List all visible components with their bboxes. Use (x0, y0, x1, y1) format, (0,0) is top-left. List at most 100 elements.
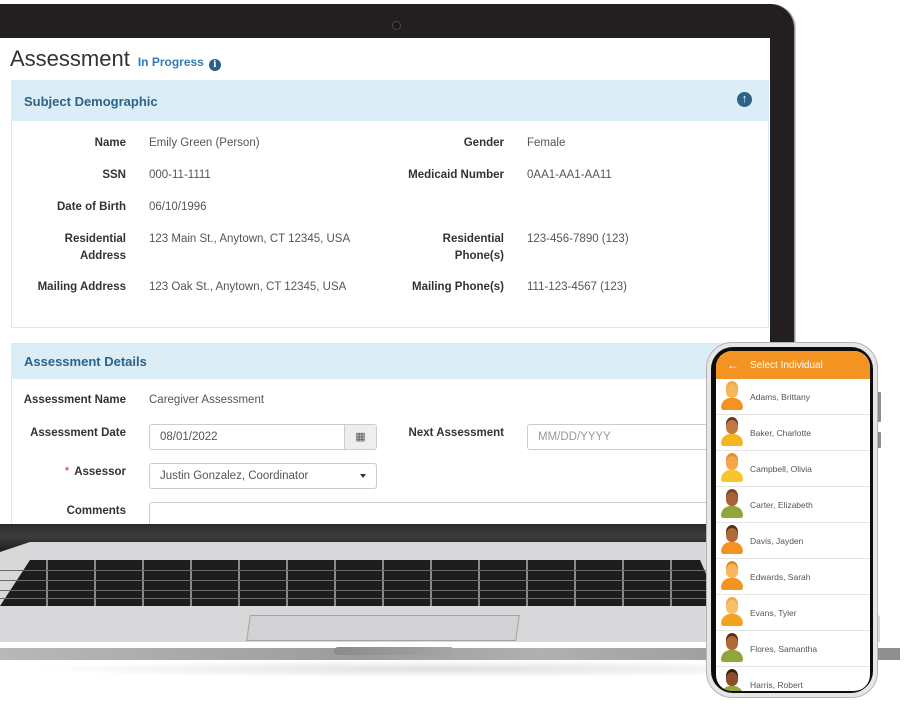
camera-icon (392, 21, 401, 30)
subject-demographic-panel: Subject Demographic ↑ Name Emily Green (… (11, 80, 769, 328)
calendar-icon[interactable]: ▦ (344, 425, 376, 449)
trackpad (246, 615, 520, 641)
avatar-icon (716, 415, 750, 450)
panel-heading: Assessment Details (12, 344, 768, 379)
individual-name: Baker, Charlotte (750, 427, 811, 438)
required-indicator: * (64, 466, 70, 478)
avatar-head (726, 636, 738, 650)
avatar-body (721, 578, 743, 590)
avatar-head (726, 600, 738, 614)
field-label-mailing-address: Mailing Address (37, 281, 126, 293)
field-row: SSN 000-11-1111 Medicaid Number 0AA1-AA1… (12, 167, 768, 187)
avatar-head (726, 384, 738, 398)
field-value-ssn: 000-11-1111 (149, 169, 211, 181)
field-label-residential-address: Residential Address (64, 233, 126, 262)
keyboard (0, 560, 710, 606)
field-label-dob: Date of Birth (57, 201, 126, 213)
avatar-head (726, 492, 738, 506)
field-row: Assessment Date 08/01/2022 ▦ Next Assess… (12, 424, 768, 454)
avatar-body (721, 614, 743, 626)
list-item[interactable]: Baker, Charlotte (716, 415, 870, 451)
avatar-body (721, 650, 743, 662)
assessment-name-label: Assessment Name (23, 394, 126, 406)
assessor-label: * Assessor (12, 464, 126, 481)
assessor-label-text: Assessor (74, 466, 126, 478)
avatar-icon (716, 667, 750, 691)
assessor-select[interactable]: Justin Gonzalez, Coordinator (149, 463, 377, 489)
field-label-medicaid: Medicaid Number (408, 169, 504, 181)
field-label-name: Name (94, 137, 126, 149)
avatar-head (726, 456, 738, 470)
individual-name: Adams, Brittany (750, 391, 810, 402)
field-label-ssn: SSN (102, 169, 126, 181)
panel-heading: Subject Demographic ↑ (12, 81, 768, 121)
field-value-name: Emily Green (Person) (149, 137, 260, 149)
list-item[interactable]: Carter, Elizabeth (716, 487, 870, 523)
key-row-divider (0, 580, 720, 581)
field-value-medicaid: 0AA1-AA1-AA11 (527, 169, 612, 181)
comments-textarea[interactable] (149, 502, 729, 525)
field-row: Comments (12, 502, 768, 525)
key-row-divider (0, 570, 720, 571)
field-label-residential-phone: Residential Phone(s) (442, 233, 504, 262)
individual-name: Harris, Robert (750, 679, 803, 690)
avatar-head (726, 672, 738, 686)
key-row-divider (0, 598, 720, 599)
field-value-gender: Female (527, 137, 566, 149)
field-label-gender: Gender (463, 137, 504, 149)
avatar-head (726, 420, 738, 434)
avatar-icon (716, 559, 750, 594)
phone-header: ← Select Individual (716, 351, 870, 379)
avatar-body (721, 434, 743, 446)
avatar-body (721, 470, 743, 482)
list-item[interactable]: Adams, Brittany (716, 379, 870, 415)
info-icon[interactable]: i (208, 59, 221, 71)
individual-name: Edwards, Sarah (750, 571, 811, 582)
phone-header-title: Select Individual (750, 359, 823, 371)
list-item[interactable]: Campbell, Olivia (716, 451, 870, 487)
avatar-body (721, 398, 743, 410)
phone-frame: ← Select Individual Adams, Brittany Baker… (706, 342, 878, 698)
list-item[interactable]: Flores, Samantha (716, 631, 870, 667)
field-label-mailing-phone: Mailing Phone(s) (412, 281, 504, 293)
key-row-divider (0, 590, 720, 591)
panel-title: Subject Demographic (24, 93, 158, 109)
laptop-frame: Assessment In Progress i Subject Demogra… (0, 4, 794, 525)
status-badge: In Progress (137, 55, 204, 69)
avatar-head (726, 564, 738, 578)
individual-list: Adams, Brittany Baker, Charlotte Campbell,… (716, 379, 870, 691)
list-item[interactable]: Edwards, Sarah (716, 559, 870, 595)
avatar-body (721, 686, 743, 691)
laptop-notch (334, 647, 454, 655)
field-value-dob: 06/10/1996 (149, 201, 207, 213)
individual-name: Flores, Samantha (750, 643, 818, 654)
individual-name: Carter, Elizabeth (750, 499, 813, 510)
page-title: Assessment (10, 46, 130, 71)
field-value-residential-phone: 123-456-7890 (123) (527, 233, 629, 245)
assessment-date-input[interactable]: 08/01/2022 ▦ (149, 424, 377, 450)
avatar-head (726, 528, 738, 542)
caret-down-icon (360, 474, 366, 478)
list-item[interactable]: Davis, Jayden (716, 523, 870, 559)
assessment-date-value: 08/01/2022 (160, 431, 218, 443)
field-value-residential-address: 123 Main St., Anytown, CT 12345, USA (149, 233, 351, 245)
field-row: * Assessor Justin Gonzalez, Coordinator (12, 463, 768, 493)
phone-screen: ← Select Individual Adams, Brittany Baker… (716, 351, 870, 691)
avatar-icon (716, 631, 750, 666)
field-row: Date of Birth 06/10/1996 (12, 199, 768, 219)
avatar-icon (716, 595, 750, 630)
next-assessment-input[interactable]: MM/DD/YYYY (527, 424, 727, 450)
field-value-mailing-address: 123 Oak St., Anytown, CT 12345, USA (149, 281, 347, 293)
panel-title: Assessment Details (24, 354, 147, 369)
arrow-left-icon[interactable]: ← (716, 358, 750, 372)
arrow-circle-up-icon[interactable]: ↑ (737, 92, 752, 107)
laptop-screen: Assessment In Progress i Subject Demogra… (0, 38, 770, 525)
next-assessment-label: Next Assessment (408, 427, 504, 439)
assessment-details-panel: Assessment Details Assessment Name Careg… (11, 343, 769, 525)
comments-label: Comments (66, 505, 126, 517)
list-item[interactable]: Evans, Tyler (716, 595, 870, 631)
field-row: Mailing Address 123 Oak St., Anytown, CT… (12, 279, 768, 299)
list-item[interactable]: Harris, Robert (716, 667, 870, 691)
avatar-icon (716, 451, 750, 486)
page-header: Assessment In Progress i (10, 46, 221, 72)
